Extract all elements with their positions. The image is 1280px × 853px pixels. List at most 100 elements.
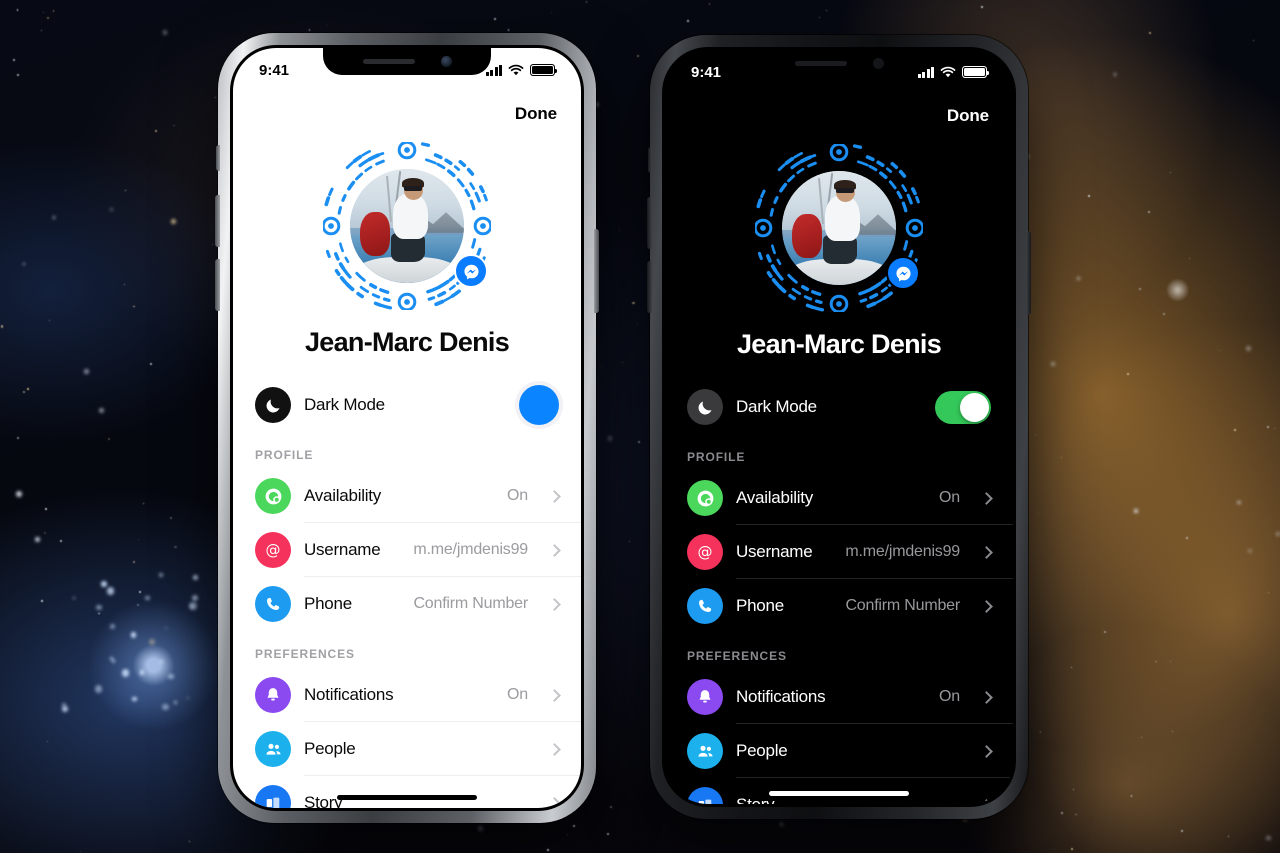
section-title-preferences: PREFERENCES [255,647,355,661]
chevron-right-icon [548,742,561,756]
notch [755,50,923,77]
volume-down-button[interactable] [647,261,652,313]
section-title-profile: PROFILE [255,448,314,462]
home-indicator[interactable] [337,795,477,800]
phone-bezel-dark: 9:41 Done Jean-Marc Denis Dark Mode PROF… [662,47,1016,807]
row-dark-mode[interactable]: Dark Mode [665,380,1013,434]
section-title-preferences: PREFERENCES [687,649,787,663]
people-icon [687,733,723,769]
profile-photo[interactable] [782,171,896,285]
row-phone[interactable]: Phone Confirm Number [233,577,581,631]
mute-switch[interactable] [648,147,652,173]
row-label: Dark Mode [736,397,817,416]
phone-icon [255,586,291,622]
speaker-grille-icon [362,59,415,64]
chevron-right-icon [548,543,561,557]
phone-light: 9:41 Done Jean-Marc Denis Dark Mode PROF… [215,33,599,823]
wifi-icon [508,64,524,76]
row-people[interactable]: People [233,722,581,776]
row-label: Availability [736,488,814,507]
done-button[interactable]: Done [515,104,557,124]
profile-name: Jean-Marc Denis [736,329,942,359]
dark-mode-toggle[interactable] [935,390,991,424]
row-label: Phone [304,594,352,613]
done-button[interactable]: Done [947,106,989,126]
profile-name: Jean-Marc Denis [304,327,510,357]
at-sign-icon: @ [255,532,291,568]
row-label: Phone [736,596,784,615]
settings-list-dark: Dark Mode PROFILE Availability On @ User… [665,380,1013,804]
profile-photo[interactable] [350,169,464,283]
screen-dark: 9:41 Done Jean-Marc Denis Dark Mode PROF… [665,50,1013,804]
dark-mode-toggle[interactable] [519,385,559,425]
at-sign-icon: @ [687,534,723,570]
row-value: Confirm Number [413,595,528,612]
screen-content-light: Done Jean-Marc Denis Dark Mode PROFILE A… [233,92,581,808]
screen-light: 9:41 Done Jean-Marc Denis Dark Mode PROF… [233,48,581,808]
chevron-right-icon [548,489,561,503]
bell-icon [255,677,291,713]
power-button[interactable] [1026,231,1031,315]
wifi-icon [940,66,956,78]
profile-avatar-block[interactable] [755,144,923,312]
row-label: Story [736,795,947,804]
row-label: Notifications [736,687,826,706]
row-notifications[interactable]: Notifications On [665,670,1013,724]
row-value: On [507,487,528,504]
row-value: Confirm Number [845,597,960,614]
row-people[interactable]: People [665,724,1013,778]
row-label: People [304,739,356,758]
mute-switch[interactable] [216,145,220,171]
profile-avatar-block[interactable] [323,142,491,310]
phone-bezel-light: 9:41 Done Jean-Marc Denis Dark Mode PROF… [230,45,584,811]
volume-up-button[interactable] [215,195,220,247]
availability-icon [687,480,723,516]
notch [323,48,491,75]
status-time: 9:41 [691,63,722,81]
chevron-right-icon [980,744,993,758]
section-title-profile: PROFILE [687,450,746,464]
availability-icon [255,478,291,514]
volume-up-button[interactable] [647,197,652,249]
row-value: On [939,688,960,705]
row-story[interactable]: Story [233,776,581,808]
row-dark-mode[interactable]: Dark Mode [233,378,581,432]
star-field [0,0,1280,853]
nav-bar-light: Done [233,92,581,136]
row-phone[interactable]: Phone Confirm Number [665,579,1013,633]
row-label: Availability [304,486,382,505]
row-label: Dark Mode [304,395,385,414]
battery-icon [530,64,558,76]
story-icon [255,785,291,808]
power-button[interactable] [594,229,599,313]
people-icon [255,731,291,767]
row-value: m.me/jmdenis99 [845,543,960,560]
svg-text:@: @ [266,541,281,559]
settings-list-light: Dark Mode PROFILE Availability On @ User… [233,378,581,808]
chevron-right-icon [548,688,561,702]
speaker-grille-icon [794,61,847,66]
front-camera-icon [872,58,884,69]
bell-icon [687,679,723,715]
row-label: Username [304,540,381,559]
svg-text:@: @ [698,543,713,561]
screenshot-stage: 9:41 Done Jean-Marc Denis Dark Mode PROF… [0,0,1280,853]
row-availability[interactable]: Availability On [665,471,1013,525]
row-username[interactable]: @ Username m.me/jmdenis99 [233,523,581,577]
volume-down-button[interactable] [215,259,220,311]
home-indicator[interactable] [769,791,909,796]
row-availability[interactable]: Availability On [233,469,581,523]
screen-content-dark: Done Jean-Marc Denis Dark Mode PROFILE A… [665,94,1013,804]
moon-icon [687,389,723,425]
row-notifications[interactable]: Notifications On [233,668,581,722]
nav-bar-dark: Done [665,94,1013,138]
row-label: People [736,741,788,760]
front-camera-icon [440,56,452,67]
row-label: Username [736,542,813,561]
row-value: m.me/jmdenis99 [413,541,528,558]
story-icon [687,787,723,804]
chevron-right-icon [980,491,993,505]
row-label: Notifications [304,685,394,704]
messenger-badge-icon [454,254,488,288]
row-username[interactable]: @ Username m.me/jmdenis99 [665,525,1013,579]
